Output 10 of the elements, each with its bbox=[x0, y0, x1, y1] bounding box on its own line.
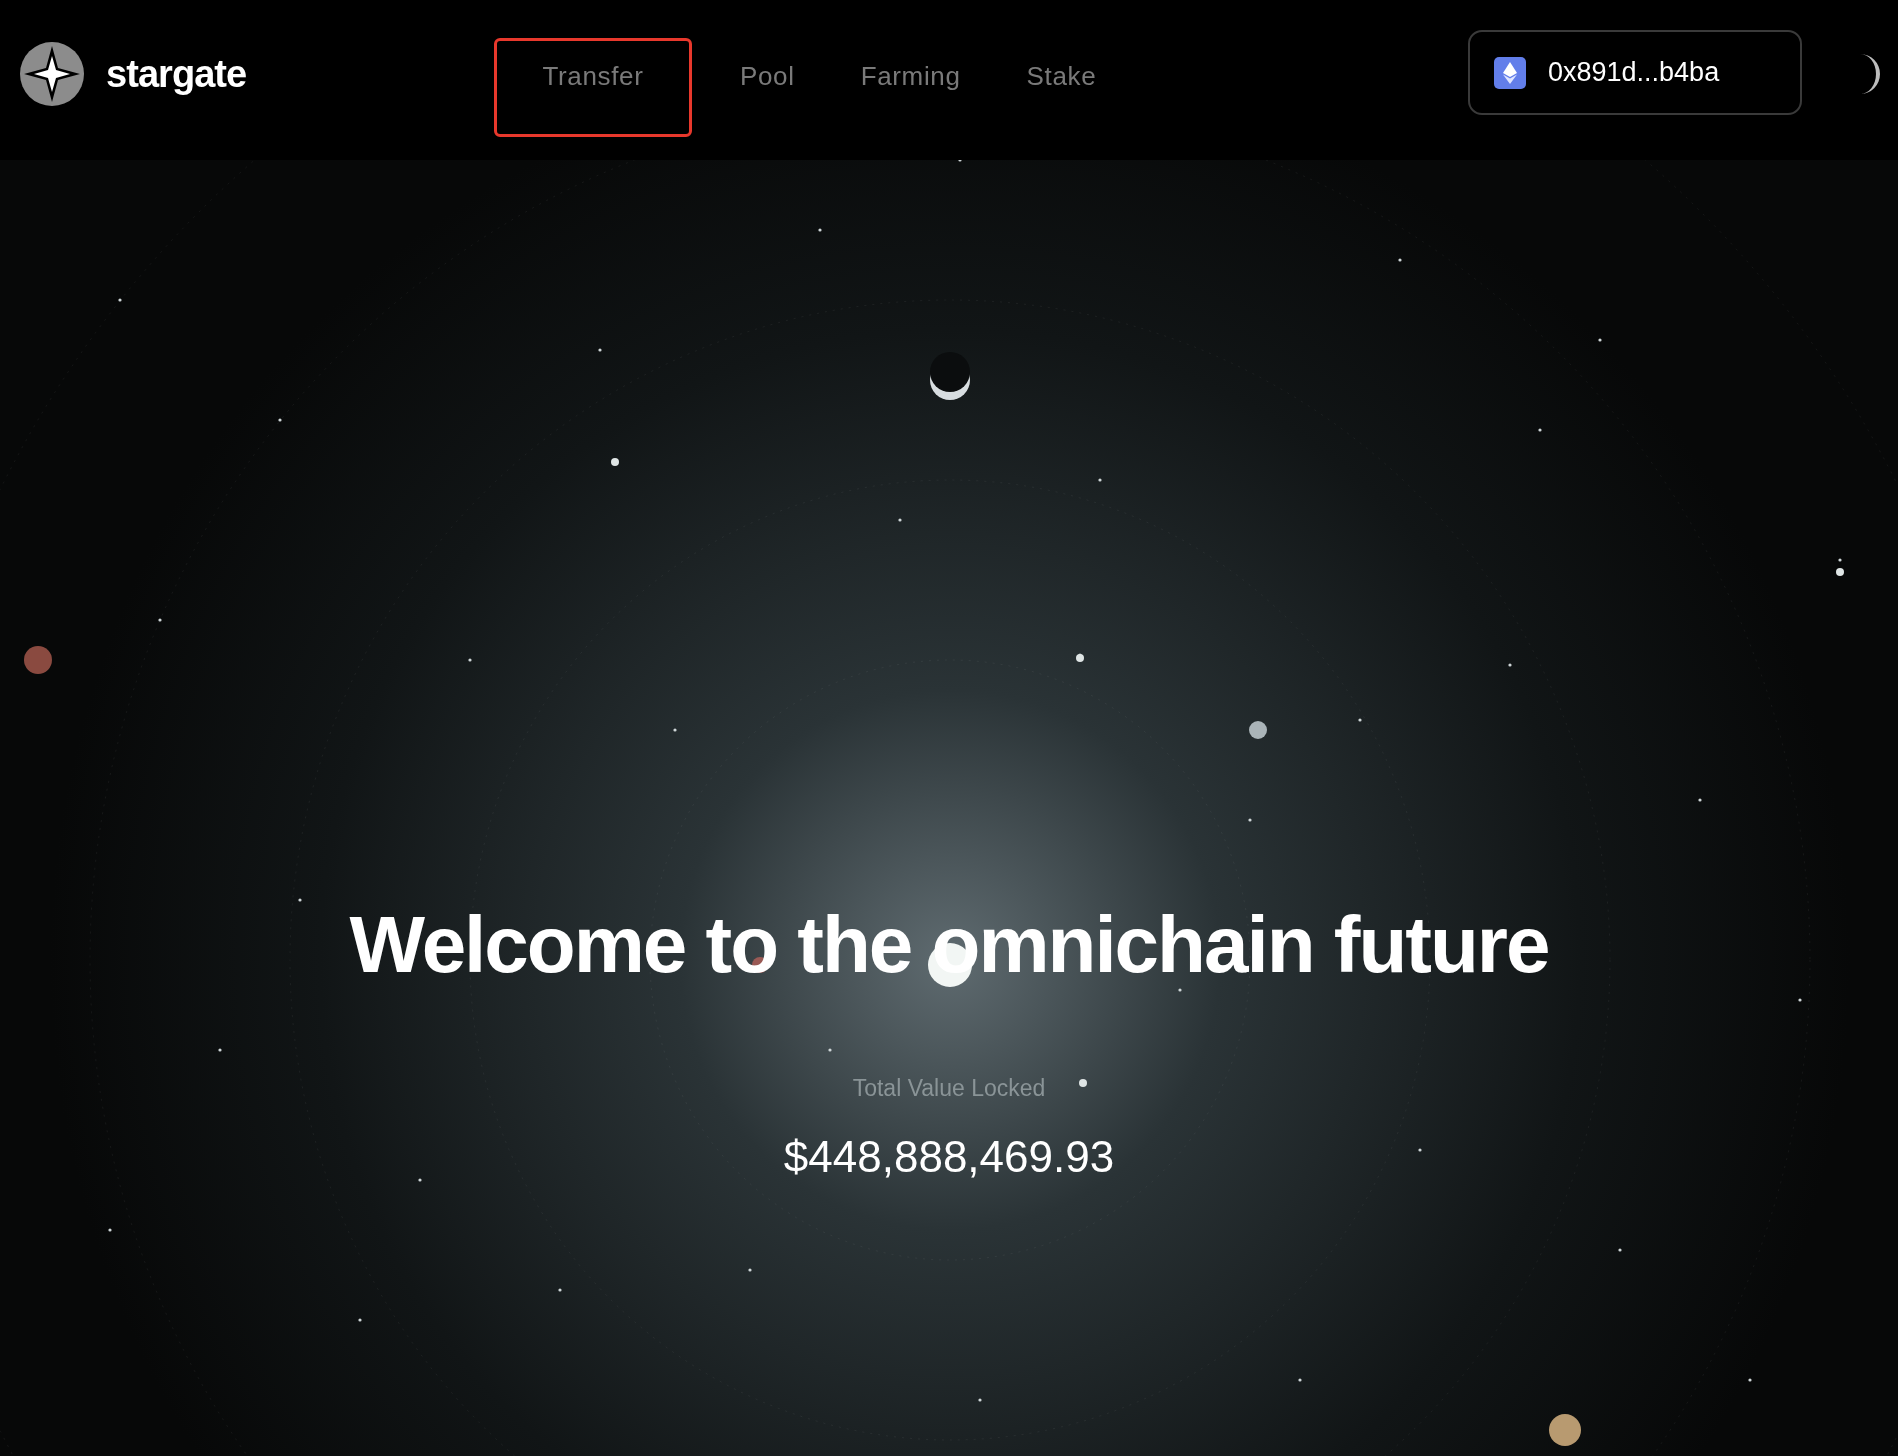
nav-tab[interactable]: Transfer bbox=[494, 38, 692, 137]
tvl-value: $448,888,469.93 bbox=[783, 1130, 1115, 1183]
ethereum-icon bbox=[1494, 56, 1526, 89]
brand-name: stargate bbox=[106, 51, 247, 97]
nav-tab[interactable]: Stake bbox=[1008, 38, 1115, 96]
logo-icon bbox=[18, 40, 86, 108]
nav-tab[interactable]: Pool bbox=[722, 38, 813, 96]
wallet-button[interactable]: 0x891d...b4ba bbox=[1468, 30, 1802, 115]
tvl-label: Total Value Locked bbox=[852, 1074, 1046, 1103]
nav-tab[interactable]: Farming bbox=[842, 38, 979, 96]
